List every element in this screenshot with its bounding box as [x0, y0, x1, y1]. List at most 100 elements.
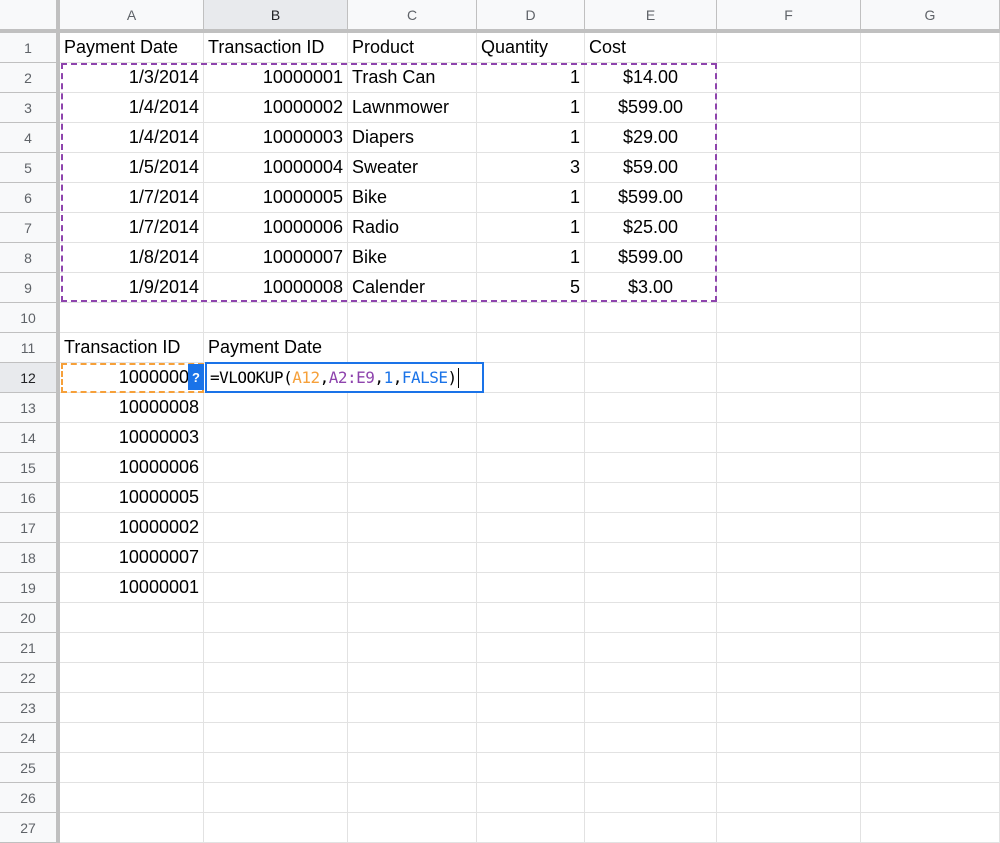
- cell-a1[interactable]: Payment Date: [60, 33, 204, 63]
- cell-a6[interactable]: 1/7/2014: [60, 183, 204, 213]
- cell-g11[interactable]: [861, 333, 1000, 363]
- row-header-18[interactable]: 18: [0, 543, 60, 573]
- cell-a9[interactable]: 1/9/2014: [60, 273, 204, 303]
- cell-e5[interactable]: $59.00: [585, 153, 717, 183]
- cell-b3[interactable]: 10000002: [204, 93, 348, 123]
- row-header-10[interactable]: 10: [0, 303, 60, 333]
- cell-e2[interactable]: $14.00: [585, 63, 717, 93]
- cell-d25[interactable]: [477, 753, 585, 783]
- cell-f2[interactable]: [717, 63, 861, 93]
- cell-e15[interactable]: [585, 453, 717, 483]
- cell-e20[interactable]: [585, 603, 717, 633]
- cell-d26[interactable]: [477, 783, 585, 813]
- row-header-24[interactable]: 24: [0, 723, 60, 753]
- cell-a20[interactable]: [60, 603, 204, 633]
- column-header-a[interactable]: A: [60, 0, 204, 33]
- cell-c1[interactable]: Product: [348, 33, 477, 63]
- cell-f13[interactable]: [717, 393, 861, 423]
- cell-g12[interactable]: [861, 363, 1000, 393]
- cell-b14[interactable]: [204, 423, 348, 453]
- cell-d17[interactable]: [477, 513, 585, 543]
- cell-g15[interactable]: [861, 453, 1000, 483]
- cell-a25[interactable]: [60, 753, 204, 783]
- cell-d10[interactable]: [477, 303, 585, 333]
- cell-b15[interactable]: [204, 453, 348, 483]
- cell-b1[interactable]: Transaction ID: [204, 33, 348, 63]
- cell-c19[interactable]: [348, 573, 477, 603]
- column-header-b[interactable]: B: [204, 0, 348, 33]
- cell-e25[interactable]: [585, 753, 717, 783]
- cell-e16[interactable]: [585, 483, 717, 513]
- cell-e21[interactable]: [585, 633, 717, 663]
- cell-c16[interactable]: [348, 483, 477, 513]
- cell-f12[interactable]: [717, 363, 861, 393]
- cell-a16[interactable]: 10000005: [60, 483, 204, 513]
- row-header-12[interactable]: 12: [0, 363, 60, 393]
- cell-f16[interactable]: [717, 483, 861, 513]
- cell-g4[interactable]: [861, 123, 1000, 153]
- cell-b9[interactable]: 10000008: [204, 273, 348, 303]
- cell-c17[interactable]: [348, 513, 477, 543]
- cell-b6[interactable]: 10000005: [204, 183, 348, 213]
- row-header-20[interactable]: 20: [0, 603, 60, 633]
- cell-c4[interactable]: Diapers: [348, 123, 477, 153]
- cell-g7[interactable]: [861, 213, 1000, 243]
- cell-c13[interactable]: [348, 393, 477, 423]
- row-header-22[interactable]: 22: [0, 663, 60, 693]
- cell-b20[interactable]: [204, 603, 348, 633]
- cell-d7[interactable]: 1: [477, 213, 585, 243]
- cell-b17[interactable]: [204, 513, 348, 543]
- cell-g3[interactable]: [861, 93, 1000, 123]
- cell-d2[interactable]: 1: [477, 63, 585, 93]
- cell-g26[interactable]: [861, 783, 1000, 813]
- row-header-16[interactable]: 16: [0, 483, 60, 513]
- row-header-17[interactable]: 17: [0, 513, 60, 543]
- cell-c10[interactable]: [348, 303, 477, 333]
- cell-e7[interactable]: $25.00: [585, 213, 717, 243]
- cell-b5[interactable]: 10000004: [204, 153, 348, 183]
- cell-c2[interactable]: Trash Can: [348, 63, 477, 93]
- cell-b26[interactable]: [204, 783, 348, 813]
- cell-a7[interactable]: 1/7/2014: [60, 213, 204, 243]
- cell-e12[interactable]: [585, 363, 717, 393]
- cell-a2[interactable]: 1/3/2014: [60, 63, 204, 93]
- cell-c26[interactable]: [348, 783, 477, 813]
- cell-f8[interactable]: [717, 243, 861, 273]
- cell-b22[interactable]: [204, 663, 348, 693]
- cell-c3[interactable]: Lawnmower: [348, 93, 477, 123]
- cell-d1[interactable]: Quantity: [477, 33, 585, 63]
- cell-a14[interactable]: 10000003: [60, 423, 204, 453]
- cell-e10[interactable]: [585, 303, 717, 333]
- cell-f10[interactable]: [717, 303, 861, 333]
- cell-f24[interactable]: [717, 723, 861, 753]
- cell-b25[interactable]: [204, 753, 348, 783]
- column-header-e[interactable]: E: [585, 0, 717, 33]
- cell-g20[interactable]: [861, 603, 1000, 633]
- cell-a26[interactable]: [60, 783, 204, 813]
- cell-a8[interactable]: 1/8/2014: [60, 243, 204, 273]
- column-header-c[interactable]: C: [348, 0, 477, 33]
- row-header-9[interactable]: 9: [0, 273, 60, 303]
- cell-c24[interactable]: [348, 723, 477, 753]
- formula-help-icon[interactable]: ?: [188, 364, 204, 390]
- row-header-3[interactable]: 3: [0, 93, 60, 123]
- row-header-15[interactable]: 15: [0, 453, 60, 483]
- cell-f18[interactable]: [717, 543, 861, 573]
- row-header-4[interactable]: 4: [0, 123, 60, 153]
- row-header-14[interactable]: 14: [0, 423, 60, 453]
- cell-c6[interactable]: Bike: [348, 183, 477, 213]
- cell-g16[interactable]: [861, 483, 1000, 513]
- cell-f1[interactable]: [717, 33, 861, 63]
- row-header-1[interactable]: 1: [0, 33, 60, 63]
- cell-g17[interactable]: [861, 513, 1000, 543]
- cell-b16[interactable]: [204, 483, 348, 513]
- cell-f26[interactable]: [717, 783, 861, 813]
- cell-d14[interactable]: [477, 423, 585, 453]
- cell-e13[interactable]: [585, 393, 717, 423]
- row-header-2[interactable]: 2: [0, 63, 60, 93]
- cell-g5[interactable]: [861, 153, 1000, 183]
- cell-f17[interactable]: [717, 513, 861, 543]
- cell-c18[interactable]: [348, 543, 477, 573]
- cell-c11[interactable]: [348, 333, 477, 363]
- cell-b10[interactable]: [204, 303, 348, 333]
